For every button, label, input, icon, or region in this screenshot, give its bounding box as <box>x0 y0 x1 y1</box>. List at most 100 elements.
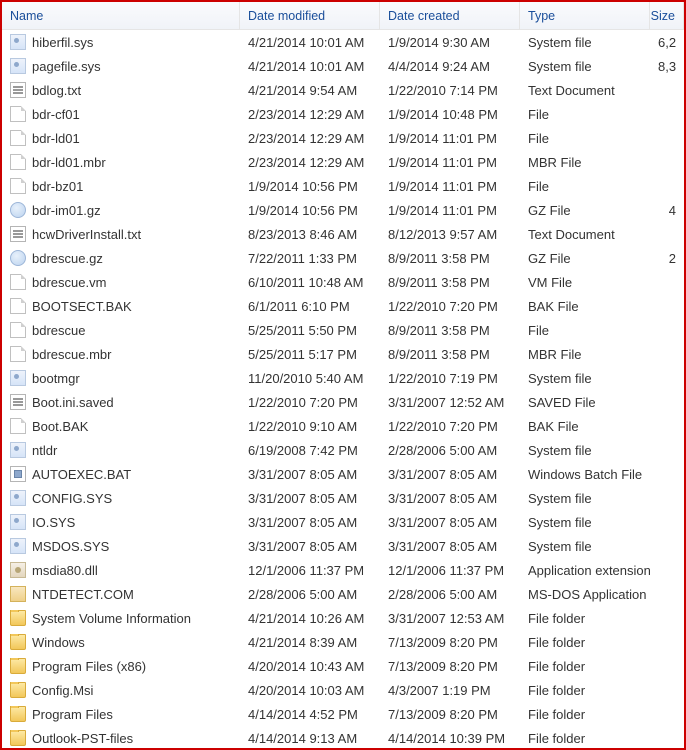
column-header-row: Name Date modified Date created Type Siz… <box>2 2 684 30</box>
file-row[interactable]: bdlog.txt4/21/2014 9:54 AM1/22/2010 7:14… <box>2 78 684 102</box>
file-created: 8/9/2011 3:58 PM <box>380 347 520 362</box>
file-modified: 3/31/2007 8:05 AM <box>240 491 380 506</box>
file-type: System file <box>520 59 650 74</box>
file-type: System file <box>520 371 650 386</box>
file-row[interactable]: pagefile.sys4/21/2014 10:01 AM4/4/2014 9… <box>2 54 684 78</box>
file-icon <box>10 298 26 314</box>
file-row[interactable]: hiberfil.sys4/21/2014 10:01 AM1/9/2014 9… <box>2 30 684 54</box>
file-modified: 1/22/2010 7:20 PM <box>240 395 380 410</box>
file-created: 8/12/2013 9:57 AM <box>380 227 520 242</box>
file-row[interactable]: bdr-cf012/23/2014 12:29 AM1/9/2014 10:48… <box>2 102 684 126</box>
sys-icon <box>10 514 26 530</box>
file-name: AUTOEXEC.BAT <box>32 467 131 482</box>
file-row[interactable]: AUTOEXEC.BAT 3/31/2007 8:05 AM3/31/2007 8… <box>2 462 684 486</box>
file-row[interactable]: bdrescue.gz7/22/2011 1:33 PM8/9/2011 3:5… <box>2 246 684 270</box>
file-row[interactable]: Program Files (x86)4/20/2014 10:43 AM7/1… <box>2 654 684 678</box>
bat-icon <box>10 466 26 482</box>
file-name: BOOTSECT.BAK <box>32 299 132 314</box>
sys-icon <box>10 370 26 386</box>
file-name: MSDOS.SYS <box>32 539 109 554</box>
file-row[interactable]: Boot.ini.saved1/22/2010 7:20 PM3/31/2007… <box>2 390 684 414</box>
file-name: msdia80.dll <box>32 563 98 578</box>
column-header-modified[interactable]: Date modified <box>240 2 380 29</box>
file-name: bdr-im01.gz <box>32 203 101 218</box>
folder-icon <box>10 682 26 698</box>
file-icon <box>10 130 26 146</box>
file-created: 8/9/2011 3:58 PM <box>380 275 520 290</box>
file-name: ntldr <box>32 443 57 458</box>
file-row[interactable]: bdr-ld012/23/2014 12:29 AM1/9/2014 11:01… <box>2 126 684 150</box>
file-type: GZ File <box>520 203 650 218</box>
column-header-size[interactable]: Size <box>650 2 684 29</box>
file-row[interactable]: bdrescue.mbr 5/25/2011 5:17 PM8/9/2011 3:… <box>2 342 684 366</box>
file-created: 7/13/2009 8:20 PM <box>380 635 520 650</box>
file-row[interactable]: Windows4/21/2014 8:39 AM7/13/2009 8:20 P… <box>2 630 684 654</box>
file-row[interactable]: hcwDriverInstall.txt8/23/2013 8:46 AM8/1… <box>2 222 684 246</box>
file-row[interactable]: bdr-im01.gz1/9/2014 10:56 PM1/9/2014 11:… <box>2 198 684 222</box>
gz-icon <box>10 202 26 218</box>
file-row[interactable]: NTDETECT.COM2/28/2006 5:00 AM2/28/2006 5… <box>2 582 684 606</box>
file-row[interactable]: bdrescue5/25/2011 5:50 PM8/9/2011 3:58 P… <box>2 318 684 342</box>
file-created: 1/9/2014 9:30 AM <box>380 35 520 50</box>
file-type: File folder <box>520 731 650 746</box>
file-size: 2 <box>650 251 684 266</box>
file-icon <box>10 106 26 122</box>
file-created: 8/9/2011 3:58 PM <box>380 251 520 266</box>
file-name: bdr-ld01 <box>32 131 80 146</box>
file-modified: 4/21/2014 10:26 AM <box>240 611 380 626</box>
file-row[interactable]: bdrescue.vm6/10/2011 10:48 AM8/9/2011 3:… <box>2 270 684 294</box>
file-row[interactable]: ntldr6/19/2008 7:42 PM2/28/2006 5:00 AMS… <box>2 438 684 462</box>
column-header-name[interactable]: Name <box>2 2 240 29</box>
file-row[interactable]: Program Files4/14/2014 4:52 PM7/13/2009 … <box>2 702 684 726</box>
column-header-created[interactable]: Date created <box>380 2 520 29</box>
file-row[interactable]: msdia80.dll12/1/2006 11:37 PM12/1/2006 1… <box>2 558 684 582</box>
sys-icon <box>10 442 26 458</box>
file-name: IO.SYS <box>32 515 75 530</box>
file-created: 1/22/2010 7:14 PM <box>380 83 520 98</box>
file-icon <box>10 178 26 194</box>
column-header-type[interactable]: Type <box>520 2 650 29</box>
file-icon <box>10 346 26 362</box>
file-created: 1/22/2010 7:20 PM <box>380 419 520 434</box>
file-type: Text Document <box>520 227 650 242</box>
file-row[interactable]: MSDOS.SYS3/31/2007 8:05 AM3/31/2007 8:05… <box>2 534 684 558</box>
file-modified: 5/25/2011 5:17 PM <box>240 347 380 362</box>
file-row[interactable]: IO.SYS3/31/2007 8:05 AM3/31/2007 8:05 AM… <box>2 510 684 534</box>
file-created: 7/13/2009 8:20 PM <box>380 707 520 722</box>
file-type: Text Document <box>520 83 650 98</box>
sys-icon <box>10 58 26 74</box>
file-name: hiberfil.sys <box>32 35 93 50</box>
file-created: 3/31/2007 12:52 AM <box>380 395 520 410</box>
folder-icon <box>10 730 26 746</box>
com-icon <box>10 586 26 602</box>
file-type: Windows Batch File <box>520 467 650 482</box>
sys-icon <box>10 34 26 50</box>
folder-icon <box>10 658 26 674</box>
file-row[interactable]: CONFIG.SYS3/31/2007 8:05 AM3/31/2007 8:0… <box>2 486 684 510</box>
file-modified: 6/19/2008 7:42 PM <box>240 443 380 458</box>
file-name: CONFIG.SYS <box>32 491 112 506</box>
file-created: 3/31/2007 8:05 AM <box>380 467 520 482</box>
file-modified: 3/31/2007 8:05 AM <box>240 467 380 482</box>
file-row[interactable]: Boot.BAK1/22/2010 9:10 AM1/22/2010 7:20 … <box>2 414 684 438</box>
file-row[interactable]: System Volume Information4/21/2014 10:26… <box>2 606 684 630</box>
file-name: bdrescue.mbr <box>32 347 111 362</box>
file-row[interactable]: Config.Msi4/20/2014 10:03 AM4/3/2007 1:1… <box>2 678 684 702</box>
file-name: Program Files (x86) <box>32 659 146 674</box>
file-row[interactable]: bdr-ld01.mbr2/23/2014 12:29 AM1/9/2014 1… <box>2 150 684 174</box>
file-type: System file <box>520 539 650 554</box>
file-modified: 4/21/2014 9:54 AM <box>240 83 380 98</box>
file-row[interactable]: Outlook-PST-files4/14/2014 9:13 AM4/14/2… <box>2 726 684 750</box>
file-name: Config.Msi <box>32 683 93 698</box>
file-modified: 11/20/2010 5:40 AM <box>240 371 380 386</box>
file-created: 1/9/2014 11:01 PM <box>380 203 520 218</box>
file-modified: 2/23/2014 12:29 AM <box>240 155 380 170</box>
file-row[interactable]: bootmgr11/20/2010 5:40 AM1/22/2010 7:19 … <box>2 366 684 390</box>
file-name: bootmgr <box>32 371 80 386</box>
file-type: MS-DOS Application <box>520 587 650 602</box>
file-row[interactable]: BOOTSECT.BAK6/1/2011 6:10 PM1/22/2010 7:… <box>2 294 684 318</box>
file-name: Program Files <box>32 707 113 722</box>
file-modified: 1/9/2014 10:56 PM <box>240 179 380 194</box>
file-type: System file <box>520 515 650 530</box>
file-row[interactable]: bdr-bz011/9/2014 10:56 PM1/9/2014 11:01 … <box>2 174 684 198</box>
